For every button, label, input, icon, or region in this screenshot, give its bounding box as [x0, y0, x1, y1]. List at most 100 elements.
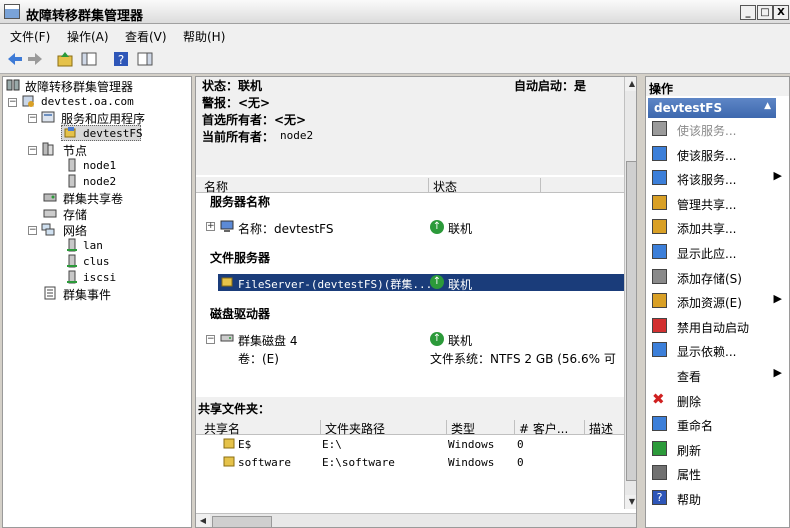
action-item[interactable]: 管理共享... [652, 193, 782, 213]
forward-arrow-icon[interactable] [26, 50, 44, 68]
scroll-down-button[interactable]: ▼ [625, 495, 636, 509]
close-button[interactable]: X [773, 5, 789, 20]
current-owner-label: 当前所有者： [202, 130, 275, 144]
action-item[interactable]: 添加资源(E) ▶ [652, 291, 782, 311]
move-service-icon [652, 170, 667, 186]
cluster-icon [22, 95, 34, 107]
svg-text:?: ? [118, 53, 124, 67]
horizontal-scrollbar[interactable]: ◀ [196, 513, 636, 527]
action-label: 添加存储(S) [677, 271, 742, 286]
collapse-toggle[interactable]: − [28, 226, 37, 235]
menu-bar: 文件(F) 操作(A) 查看(V) 帮助(H) [0, 24, 790, 46]
disk-volume-label: 卷：(E) [238, 352, 279, 366]
minimize-button[interactable]: _ [740, 5, 756, 20]
scroll-thumb[interactable] [626, 161, 636, 481]
col-folder-path[interactable]: 文件夹路径 [320, 420, 385, 436]
summary-panel: 状态：联机 警报：<无> 首选所有者：<无> 当前所有者： node2 自动启动… [196, 77, 624, 175]
action-item[interactable]: 显示此应... [652, 242, 782, 262]
server-name-item[interactable]: 名称：devtestFS [238, 220, 333, 237]
status-text: 状态：联机 [202, 79, 263, 93]
tree-events[interactable]: 群集事件 [63, 286, 111, 303]
shares-title: 共享文件夹： [196, 397, 624, 419]
action-item[interactable]: 刷新 [652, 439, 782, 459]
server-node-icon [68, 158, 76, 172]
action-item[interactable]: 显示依赖... [652, 340, 782, 360]
tree-cluster[interactable]: devtest.oa.com [41, 95, 134, 108]
delete-icon: ✖ [652, 389, 665, 408]
online-status-icon: ↑ [430, 220, 444, 234]
server-name-status: 联机 [448, 222, 473, 236]
share-type: Windows [448, 438, 495, 451]
tree-service-item[interactable]: devtestFS [83, 127, 143, 140]
tree-root[interactable]: 故障转移群集管理器 [25, 78, 133, 95]
col-status[interactable]: 状态 [428, 178, 540, 194]
action-label: 禁用自动启动 [677, 320, 750, 335]
menu-action[interactable]: 操作(A) [67, 28, 109, 45]
action-item[interactable]: 禁用自动启动 [652, 316, 782, 336]
action-item[interactable]: 查看 ▶ [652, 365, 782, 385]
tree-node1[interactable]: node1 [83, 159, 116, 172]
action-label: 重命名 [677, 419, 714, 434]
col-description[interactable]: 描述 [584, 420, 613, 436]
action-label: 查看 [677, 370, 702, 384]
hscroll-thumb[interactable] [212, 516, 272, 527]
collapse-toggle[interactable]: − [206, 335, 215, 344]
actions-section-header[interactable]: devtestFS ▲ [648, 98, 776, 118]
collapse-toggle[interactable]: − [28, 114, 37, 123]
share-name[interactable]: software [238, 456, 291, 469]
col-share-name[interactable]: 共享名 [200, 420, 240, 436]
actions-pane: 操作 devtestFS ▲ 使该服务... 使该服务... 将该服务... ▶ 管理共… [645, 76, 790, 528]
tree-net-clus[interactable]: clus [83, 255, 110, 268]
online-status-icon: ↑ [430, 275, 444, 289]
show-hide-tree-icon[interactable] [80, 50, 98, 68]
action-item[interactable]: 将该服务... ▶ [652, 168, 782, 188]
col-empty[interactable] [540, 178, 624, 192]
computer-icon [220, 220, 234, 232]
action-item[interactable]: 使该服务... [652, 119, 782, 139]
action-label: 删除 [677, 394, 702, 409]
action-item[interactable]: 添加共享... [652, 217, 782, 237]
file-server-item[interactable]: FileServer-(devtestFS)(群集... [238, 276, 432, 292]
collapse-toggle[interactable]: − [8, 98, 17, 107]
action-item[interactable]: ✖ 删除 [652, 390, 782, 410]
action-item[interactable]: ? 帮助 [652, 488, 782, 508]
expand-toggle[interactable]: + [206, 222, 215, 231]
menu-file[interactable]: 文件(F) [10, 28, 50, 45]
window-title: 故障转移群集管理器 [26, 9, 144, 24]
scroll-up-button[interactable]: ▲ [625, 77, 636, 91]
share-name[interactable]: E$ [238, 438, 251, 451]
tree-storage[interactable]: 存储 [63, 206, 87, 223]
tree-net-iscsi[interactable]: iscsi [83, 271, 116, 284]
back-arrow-icon[interactable] [6, 50, 24, 68]
scroll-left-button[interactable]: ◀ [196, 514, 210, 527]
action-item[interactable]: 使该服务... [652, 144, 782, 164]
tree-networks[interactable]: 网络 [63, 222, 87, 239]
tree-net-lan[interactable]: lan [83, 239, 103, 252]
add-resource-icon [652, 293, 667, 309]
up-folder-icon[interactable] [56, 50, 74, 68]
action-item[interactable]: 添加存储(S) [652, 267, 782, 287]
collapse-arrow-icon[interactable]: ▲ [764, 101, 771, 111]
col-name[interactable]: 名称 [200, 178, 228, 194]
network-icon [67, 254, 77, 268]
maximize-button[interactable]: □ [757, 5, 773, 20]
tree-shared-volumes[interactable]: 群集共享卷 [63, 190, 123, 207]
tree-nodes[interactable]: 节点 [63, 142, 87, 159]
toolbar: ? [0, 46, 790, 74]
action-label: 添加资源(E) [677, 296, 742, 311]
disk-item[interactable]: 群集磁盘 4 [238, 332, 297, 349]
col-clients[interactable]: # 客户... [514, 420, 568, 436]
resources-scrollbar[interactable]: ▲ ▼ [624, 77, 636, 509]
action-label: 属性 [677, 468, 702, 483]
actions-section-title: devtestFS [654, 101, 723, 115]
action-item[interactable]: 重命名 [652, 414, 782, 434]
menu-view[interactable]: 查看(V) [125, 28, 167, 45]
col-type[interactable]: 类型 [446, 420, 475, 436]
show-action-pane-icon[interactable] [136, 50, 154, 68]
collapse-toggle[interactable]: − [28, 146, 37, 155]
help-toolbar-icon[interactable]: ? [112, 50, 130, 68]
add-storage-icon [652, 268, 667, 284]
tree-node2[interactable]: node2 [83, 175, 116, 188]
action-item[interactable]: 属性 [652, 463, 782, 483]
menu-help[interactable]: 帮助(H) [183, 28, 225, 45]
